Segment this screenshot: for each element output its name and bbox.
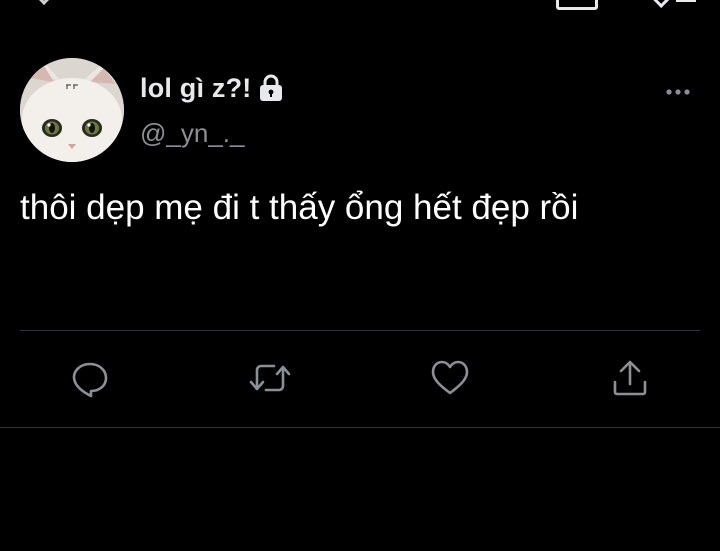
retweet-icon xyxy=(249,364,291,392)
header-menu-icon[interactable] xyxy=(676,0,696,2)
share-icon xyxy=(613,360,647,396)
header-button-icon[interactable] xyxy=(556,0,598,10)
tweet-text: thôi dẹp mẹ đi t thấy ổng hết đẹp rồi xyxy=(20,188,579,227)
reply-icon xyxy=(72,362,108,398)
back-arrow-icon[interactable] xyxy=(36,0,57,5)
author-display-name[interactable]: lol gì z?! xyxy=(140,73,251,104)
cat-avatar-image xyxy=(20,58,124,162)
heart-icon xyxy=(431,360,469,395)
divider xyxy=(0,427,720,428)
share-button[interactable] xyxy=(608,356,652,400)
header-check-icon[interactable] xyxy=(652,0,669,8)
more-horizontal-icon[interactable] xyxy=(664,82,694,102)
author-handle[interactable]: @_yn_._ xyxy=(140,118,244,149)
avatar[interactable] xyxy=(20,58,124,162)
top-bar-clipped xyxy=(0,0,720,10)
reply-button[interactable] xyxy=(68,356,112,400)
author-name-row: lol gì z?! xyxy=(140,70,285,106)
like-button[interactable] xyxy=(428,356,472,400)
divider xyxy=(20,330,700,331)
lock-icon xyxy=(257,73,285,103)
tweet-action-bar xyxy=(0,356,720,402)
retweet-button[interactable] xyxy=(248,356,292,400)
